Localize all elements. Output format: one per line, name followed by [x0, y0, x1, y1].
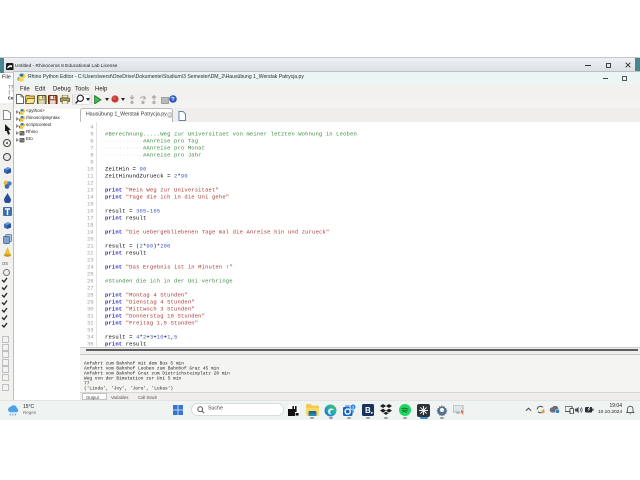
svg-text:?: ?: [171, 97, 175, 103]
svg-text:B: B: [365, 406, 371, 415]
